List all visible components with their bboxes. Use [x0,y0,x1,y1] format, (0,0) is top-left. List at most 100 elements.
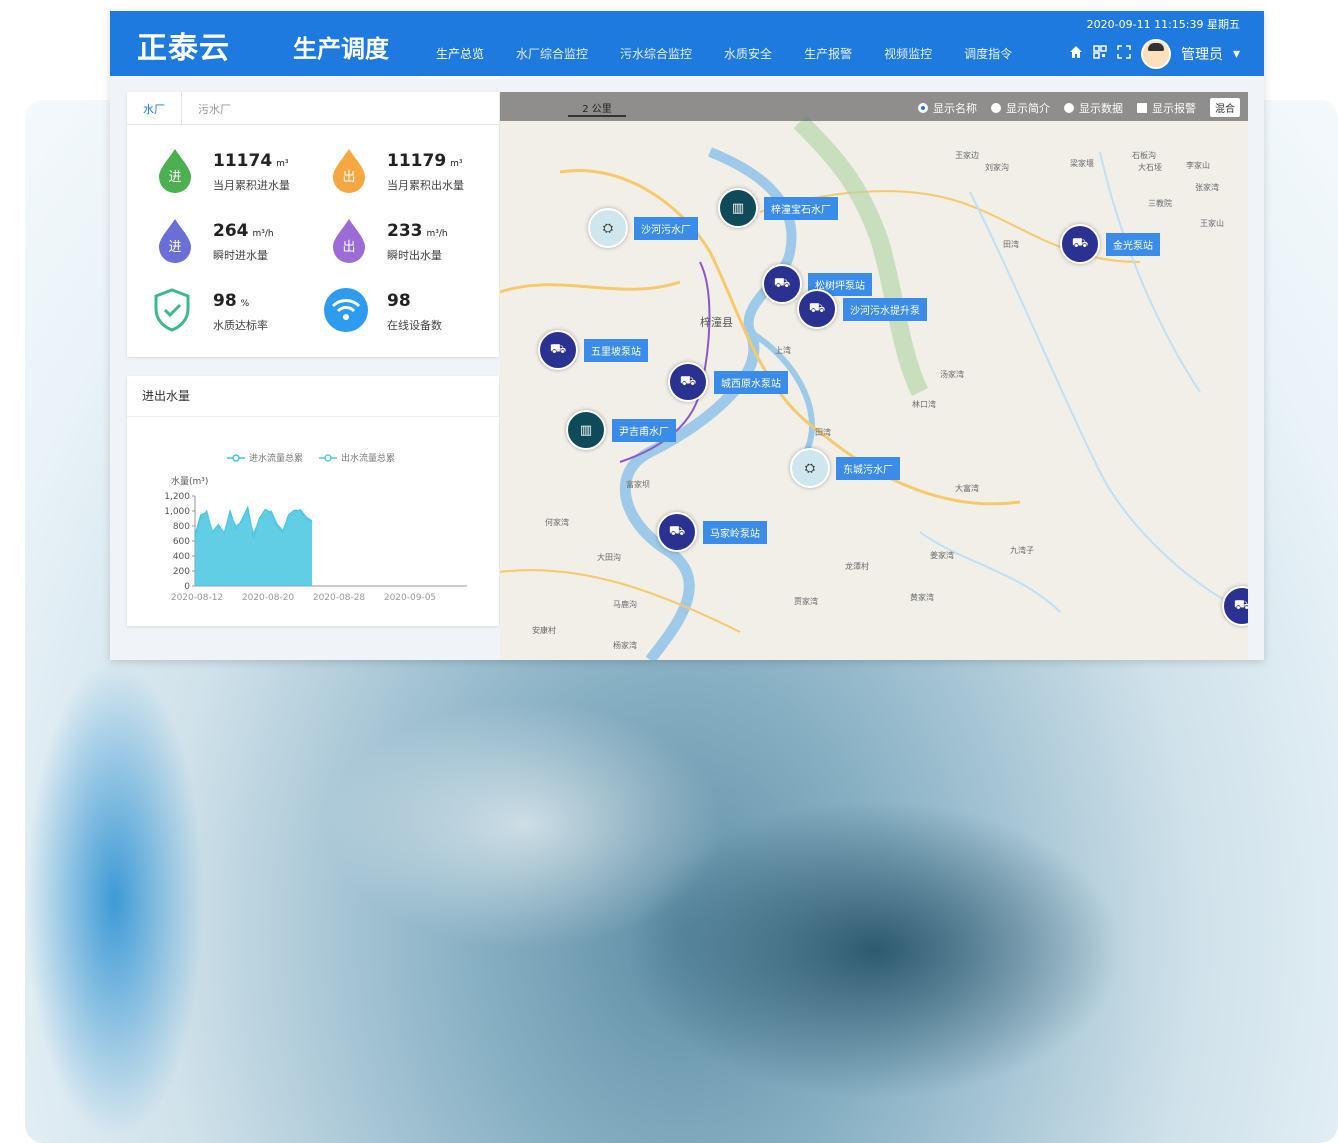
map-marker-plant[interactable]: ▥ 尹吉甫水厂 [566,410,676,450]
map-marker-pump[interactable]: ⛟ 马家岭泵站 [657,512,767,552]
map-options: 显示名称 显示简介 显示数据 显示报警 混合 [918,98,1240,117]
map-place-label: 贾家湾 [794,597,818,606]
svg-text:进: 进 [168,240,181,255]
water-plant-icon: ▥ [566,410,606,450]
marker-label: 金光泵站 [1106,232,1160,256]
inflow-drop-icon: 进 [159,219,191,263]
qrcode-icon[interactable] [1093,45,1107,63]
avatar[interactable] [1140,39,1171,69]
home-icon[interactable] [1069,45,1083,63]
wifi-icon [324,288,368,332]
option-label: 显示数据 [1079,101,1123,115]
stat-label: 水质达标率 [213,319,268,332]
nav-item-alarm[interactable]: 生产报警 [788,11,868,76]
pump-icon: ⛟ [538,330,578,370]
map-marker-pump[interactable]: ⛟ 五里坡泵站 [538,330,648,370]
marker-label: 尹吉甫水厂 [612,418,676,442]
tab-water-plant[interactable]: 水厂 [127,92,182,124]
flow-area-chart: 进水流量总累 出水流量总累水量(m³) 0 200 400 600 800 1,000 1,20… [164,452,467,603]
pump-icon: ⛟ [1060,224,1100,264]
x-tick-label: 2020-08-28 [313,593,366,603]
nav-item-water-quality[interactable]: 水质安全 [708,11,788,76]
map-place-label: 王家边 [955,151,979,160]
fullscreen-icon[interactable] [1117,45,1131,63]
chart-title: 进出水量 [127,376,499,417]
radio-button[interactable] [918,102,928,113]
marker-label: 马家岭泵站 [703,520,767,544]
map-view[interactable]: 梓潼县 王家边 刘家沟 梁家堰 石板沟 大石垭 李家山 张家湾 三教院 王家山 … [500,92,1248,660]
stat-quality-rate: 98% 水质达标率 [151,287,321,347]
option-show-name[interactable]: 显示名称 [918,100,977,116]
map-place-label: 马鹿沟 [613,600,637,609]
radio-button[interactable] [991,102,1001,113]
nav-item-overview[interactable]: 生产总览 [420,11,501,78]
map-place-label: 田湾 [1003,240,1019,249]
map-place-label: 三教院 [1148,199,1172,208]
water-plant-icon: ▥ [718,188,758,228]
stat-value: 264 m³/h [213,221,274,241]
map-place-label: 大富湾 [955,484,979,493]
nav-item-video[interactable]: 视频监控 [868,11,948,76]
map-marker-sewage[interactable]: ⛭ 沙河污水厂 [588,208,698,248]
map-place-label: 龙潭村 [845,562,869,571]
toolbar-icons: 管理员 ▾ [1069,39,1240,69]
stat-value: 11174 m³ [213,151,289,171]
map-marker-pump[interactable]: ⛟ 沙河污水提升泵 [797,289,927,329]
map-place-label: 汤家湾 [940,370,964,379]
map-marker-plant[interactable]: ▥ 梓潼宝石水厂 [718,188,838,228]
tab-sewage-plant[interactable]: 污水厂 [182,92,247,124]
nav-item-dispatch[interactable]: 调度指令 [948,11,1028,76]
map-toolbar: 2 公里 显示名称 显示简介 显示数据 显示报警 混合 [500,92,1248,121]
stat-monthly-outflow: 出 11179 m³ 当月累积出水量 [331,147,501,207]
option-show-data[interactable]: 显示数据 [1064,100,1123,116]
map-marker-pump[interactable]: ⛟ 金光泵站 [1060,224,1160,264]
page-title: 生产调度 [293,35,389,63]
option-label: 显示简介 [1006,101,1050,115]
marker-label: 五里坡泵站 [584,338,648,362]
y-axis-label: 水量(m³) [171,475,208,487]
radio-button[interactable] [1064,102,1074,113]
stat-instant-outflow: 出 233 m³/h 瞬时出水量 [331,217,501,277]
marker-label: 沙河污水厂 [634,216,698,240]
series-area [195,509,312,586]
stat-label: 瞬时进水量 [213,249,268,262]
option-show-intro[interactable]: 显示简介 [991,100,1050,116]
flow-chart-panel: 进出水量 进水流量总累 出水流量总累 水量(m³) 0 200 400 600 800 1,00… [127,376,499,626]
y-tick-label: 800 [173,522,190,532]
y-tick-label: 200 [173,567,190,577]
map-place-label: 何家湾 [545,518,569,527]
datetime: 2020-09-11 11:15:39 星期五 [1086,18,1240,31]
map-layer-button[interactable]: 混合 [1210,98,1240,117]
app-window: 正泰云 生产调度 生产总览 水厂综合监控 污水综合监控 水质安全 生产报警 视频… [110,11,1264,660]
checkbox[interactable] [1137,102,1147,113]
option-label: 显示报警 [1152,101,1196,115]
y-tick-label: 600 [173,537,190,547]
map-marker-sewage[interactable]: ⛭ 东城污水厂 [790,448,900,488]
shield-icon [154,288,190,332]
stat-value: 98% [213,291,250,311]
option-show-alarm[interactable]: 显示报警 [1137,100,1196,116]
outflow-drop-icon: 出 [333,149,365,193]
stat-label: 当月累积出水量 [387,179,464,192]
sewage-plant-icon: ⛭ [790,448,830,488]
stats-tabs: 水厂 污水厂 [127,92,499,125]
y-tick-label: 1,000 [164,507,190,517]
map-place-label: 大田沟 [597,553,621,562]
sewage-plant-icon: ⛭ [588,208,628,248]
nav-item-plant-monitor[interactable]: 水厂综合监控 [500,11,604,76]
map-scale: 2 公里 [568,100,626,117]
username[interactable]: 管理员 [1181,44,1223,64]
caret-down-icon[interactable]: ▾ [1233,46,1240,62]
map-place-label: 安康村 [532,626,556,635]
y-tick-label: 0 [184,582,190,592]
inflow-drop-icon: 进 [159,149,191,193]
nav-item-sewage-monitor[interactable]: 污水综合监控 [604,11,708,76]
map-place-label: 九湾子 [1010,546,1034,555]
map-marker-pump[interactable]: ⛟ 城西原水泵站 [668,362,788,402]
map-place-label: 上湾 [775,346,791,355]
stat-value: 233 m³/h [387,221,448,241]
stat-value: 11179 m³ [387,151,463,171]
map-place-label: 梁家堰 [1070,159,1094,168]
map-place-label: 田湾 [815,428,831,437]
stat-label: 当月累积进水量 [213,179,290,192]
